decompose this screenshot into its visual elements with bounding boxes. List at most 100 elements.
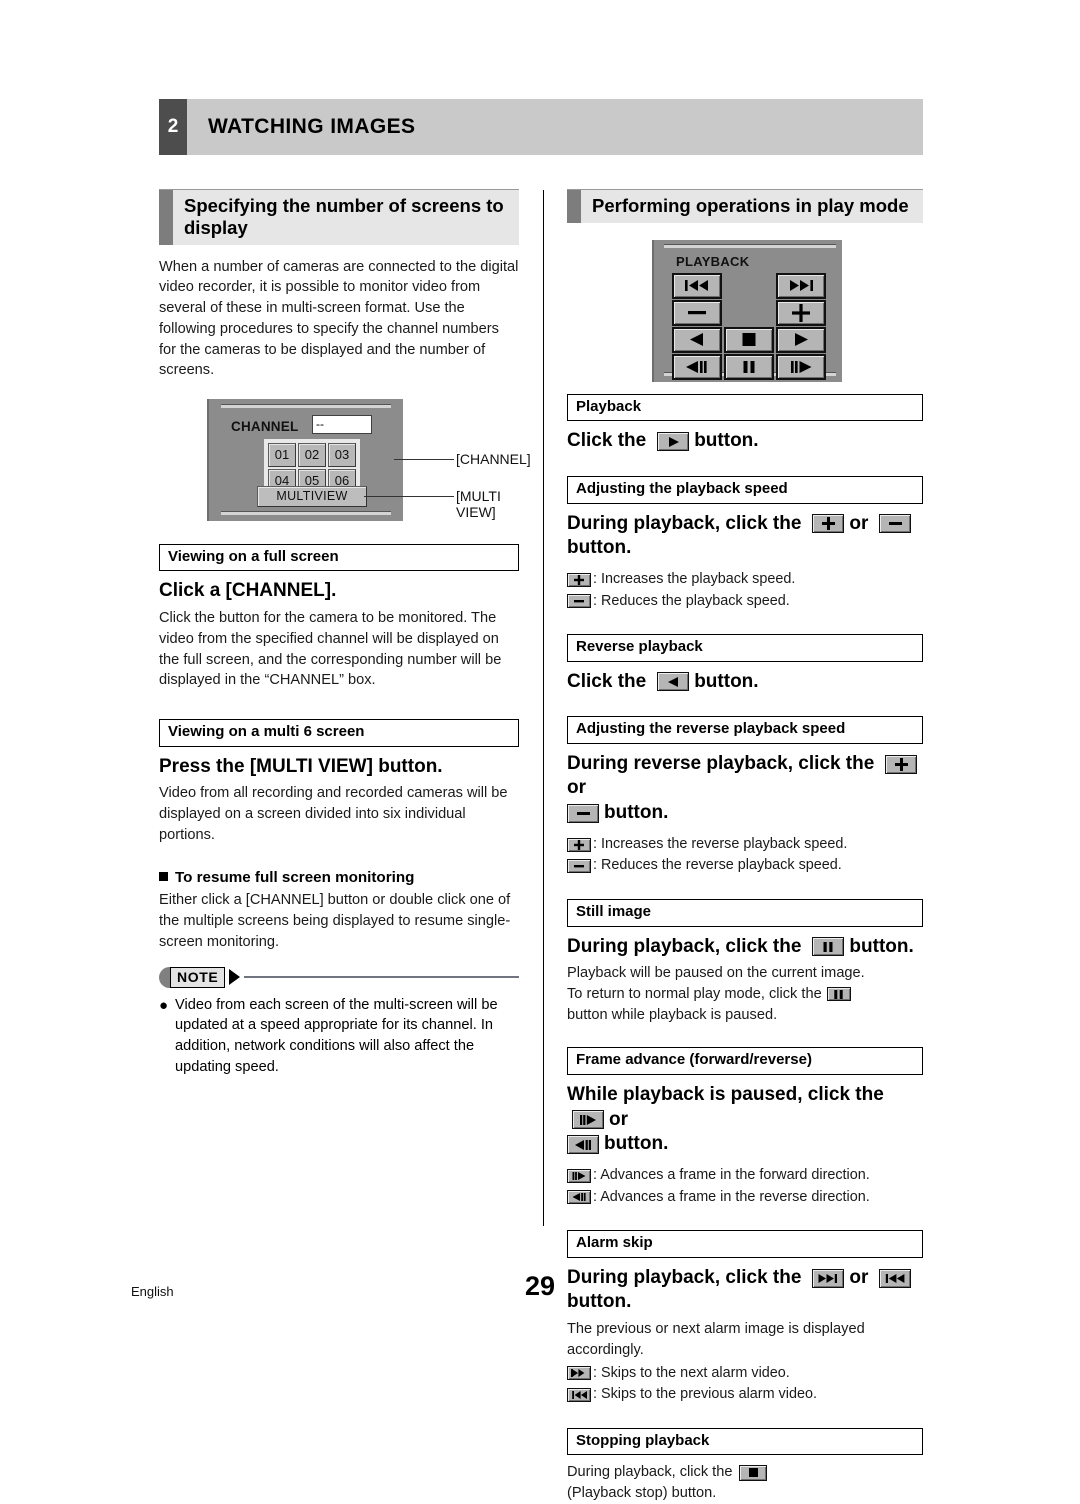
frame-forward-icon — [580, 1114, 596, 1125]
lead-reverse-pre: Click the — [567, 670, 647, 692]
playback-panel-title: PLAYBACK — [676, 253, 750, 269]
frame-reverse-button[interactable] — [672, 353, 722, 380]
body-stop-a: During playback, click the — [567, 1464, 733, 1481]
subheading-frame-advance: Frame advance (forward/reverse) — [567, 1047, 923, 1075]
playback-button-grid — [672, 272, 826, 380]
lead-frame-post: button. — [604, 1133, 669, 1155]
channel-panel-figure: CHANNEL -- 01 02 03 04 05 06 MULTIVIEW [… — [159, 398, 531, 524]
intro-paragraph: When a number of cameras are connected t… — [159, 258, 519, 379]
stop-icon — [742, 333, 756, 347]
lead-reverse-playback: Click the button. — [567, 670, 923, 695]
pause-button-inline[interactable] — [812, 937, 845, 957]
lead-press-multiview: Press the [MULTI VIEW] button. — [159, 755, 443, 777]
section-tab-marker — [159, 190, 173, 245]
right-column: Performing operations in play mode PLAYB… — [567, 189, 923, 1504]
minus-icon — [888, 522, 902, 526]
note-cap-icon — [159, 966, 170, 988]
definition-frame-reverse: : Advances a frame in the reverse direct… — [567, 1187, 923, 1209]
section-title-text: Specifying the number of screens to disp… — [184, 195, 504, 238]
reverse-play-button-inline[interactable] — [657, 672, 690, 692]
play-button-inline[interactable] — [657, 432, 690, 452]
note-bullet-item: ● Video from each screen of the multi-sc… — [159, 995, 519, 1078]
lead-playback-speed: During playback, click the or button. — [567, 512, 923, 561]
frame-forward-button[interactable] — [776, 353, 826, 380]
chapter-header: 2 WATCHING IMAGES — [159, 99, 923, 155]
definition-skip-next-text: : Skips to the next alarm video. — [593, 1364, 790, 1381]
plus-button-inline[interactable] — [567, 572, 591, 587]
note-label: NOTE — [170, 966, 226, 988]
stop-button[interactable] — [724, 326, 774, 353]
panel-top-rail — [221, 403, 391, 408]
frame-reverse-icon — [686, 360, 707, 373]
skip-previous-button[interactable] — [672, 272, 722, 299]
minus-button-inline[interactable] — [567, 804, 599, 824]
minus-icon — [576, 812, 590, 816]
stop-icon — [748, 1468, 758, 1478]
definition-frame-reverse-text: : Advances a frame in the reverse direct… — [593, 1188, 870, 1205]
body-still-2a: To return to normal play mode, click the — [567, 985, 822, 1002]
panel-top-rail — [664, 243, 836, 248]
frame-reverse-button-inline[interactable] — [567, 1135, 599, 1155]
lead-frame-advance: While playback is paused, click the or b… — [567, 1083, 923, 1157]
skip-next-icon — [570, 1369, 584, 1378]
lead-frame-mid: or — [609, 1108, 628, 1130]
section-title-play-mode: Performing operations in play mode — [567, 189, 923, 223]
speed-down-button[interactable] — [672, 299, 722, 326]
left-column: Specifying the number of screens to disp… — [159, 189, 531, 1078]
plus-icon — [792, 303, 810, 322]
playback-grid-gap — [724, 273, 774, 299]
callout-label-multiview: [MULTI VIEW] — [456, 487, 501, 520]
lead-click-channel: Click a [CHANNEL]. — [159, 580, 337, 602]
callout-label-channel: [CHANNEL] — [456, 450, 531, 467]
channel-value-field[interactable]: -- — [312, 414, 372, 434]
minus-icon — [574, 600, 584, 603]
skip-previous-button-inline[interactable] — [567, 1387, 591, 1402]
channel-button-02[interactable]: 02 — [298, 442, 326, 467]
skip-next-button-inline[interactable] — [567, 1366, 591, 1381]
frame-reverse-button-inline[interactable] — [567, 1190, 591, 1205]
pause-icon — [743, 360, 755, 373]
play-icon — [795, 333, 808, 347]
plus-button-inline[interactable] — [812, 514, 845, 534]
lead-frame-line2: button. — [567, 1132, 923, 1157]
skip-next-button[interactable] — [776, 272, 826, 299]
subheading-viewing-multi6: Viewing on a multi 6 screen — [159, 719, 519, 747]
lead-still-image: During playback, click the button. — [567, 935, 923, 960]
definition-minus-text: : Reduces the reverse playback speed. — [593, 857, 842, 874]
body-resume-full-screen: Either click a [CHANNEL] button or doubl… — [159, 892, 511, 950]
lead-reverse-speed: During reverse playback, click the or bu… — [567, 752, 923, 826]
plus-button-inline[interactable] — [885, 754, 918, 774]
section-title-specifying-screens: Specifying the number of screens to disp… — [159, 189, 519, 245]
plus-icon — [821, 517, 835, 531]
frame-forward-button-inline[interactable] — [572, 1110, 604, 1130]
lead-reverse-speed-line2: button. — [567, 801, 923, 826]
note-rule — [244, 976, 519, 979]
speed-up-button[interactable] — [776, 299, 826, 326]
reverse-play-button[interactable] — [672, 326, 722, 353]
square-bullet-icon — [159, 872, 168, 882]
lead-still-post: button. — [849, 935, 914, 957]
play-button[interactable] — [776, 326, 826, 353]
subheading-alarm-skip: Alarm skip — [567, 1230, 923, 1258]
multiview-button[interactable]: MULTIVIEW — [257, 485, 367, 507]
minus-button-inline[interactable] — [567, 594, 591, 609]
plus-button-inline[interactable] — [567, 837, 591, 852]
pause-button[interactable] — [724, 353, 774, 380]
minus-button-inline[interactable] — [879, 514, 912, 534]
skip-next-icon — [790, 280, 813, 292]
chapter-title: WATCHING IMAGES — [187, 99, 923, 155]
channel-button-01[interactable]: 01 — [268, 442, 296, 467]
note-badge: NOTE — [159, 966, 241, 988]
definition-skip-next: : Skips to the next alarm video. — [567, 1363, 923, 1385]
plus-icon — [574, 574, 584, 585]
channel-button-03[interactable]: 03 — [328, 442, 356, 467]
column-divider — [543, 190, 544, 1226]
minus-button-inline[interactable] — [567, 859, 591, 874]
frame-forward-button-inline[interactable] — [567, 1168, 591, 1183]
subheading-playback: Playback — [567, 393, 923, 422]
note-header: NOTE — [159, 966, 519, 988]
stop-button-inline[interactable] — [739, 1464, 768, 1481]
pause-button-inline[interactable] — [826, 987, 851, 1002]
lead-reverse-speed-pre: During reverse playback, click the — [567, 752, 875, 774]
reverse-play-icon — [667, 676, 678, 687]
